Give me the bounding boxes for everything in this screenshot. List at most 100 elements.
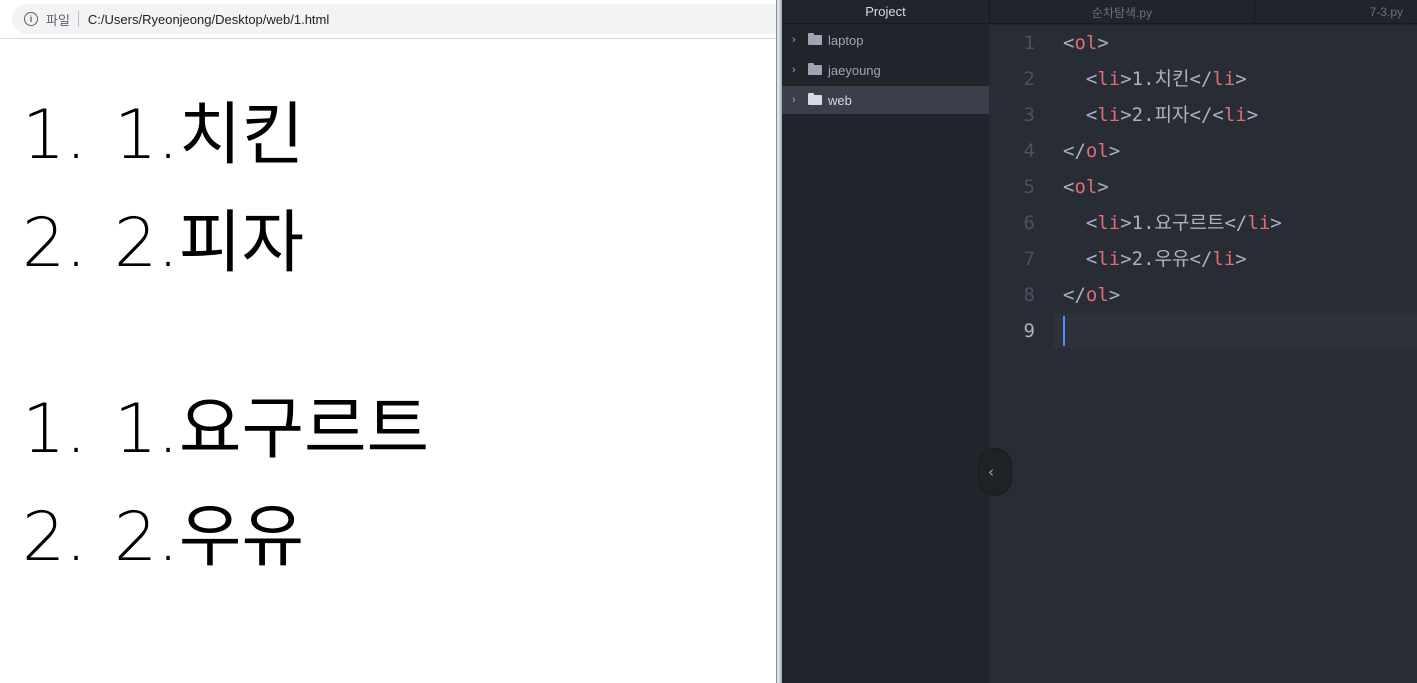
ordered-list: 1. 1.치킨 2. 2.피자 xyxy=(22,82,304,298)
ordered-list: 1. 1.요구르트 2. 2.우유 xyxy=(22,376,429,592)
code-punctuation: > xyxy=(1097,176,1109,198)
list-item: 1. 1.요구르트 xyxy=(22,376,429,484)
tree-item-laptop[interactable]: › laptop xyxy=(782,26,989,54)
tab-7-3[interactable]: 7-3.py xyxy=(1254,0,1417,24)
code-text: 2.피자 xyxy=(1131,104,1190,126)
code-text: 2.우유 xyxy=(1131,248,1190,270)
code-punctuation: </ xyxy=(1224,212,1248,234)
line-number: 3 xyxy=(1023,104,1035,126)
code-tag-name: ol xyxy=(1074,176,1098,198)
tab-sequential-search[interactable]: 순차탐색.py xyxy=(989,0,1254,24)
code-tag-name: ol xyxy=(1085,284,1109,306)
code-punctuation: > xyxy=(1108,140,1121,162)
code-punctuation: > xyxy=(1120,248,1132,270)
code-tag-name: li xyxy=(1212,68,1236,90)
code-punctuation: > xyxy=(1270,212,1282,234)
tree-item-label: jaeyoung xyxy=(828,62,881,78)
code-punctuation: </ xyxy=(1189,68,1213,90)
code-punctuation: < xyxy=(1063,32,1075,54)
chevron-right-icon[interactable]: › xyxy=(792,34,804,46)
line-number: 5 xyxy=(1023,176,1035,198)
code-punctuation: > xyxy=(1120,68,1132,90)
list-item-text: 1.치킨 xyxy=(114,96,304,175)
list-item: 2. 2.피자 xyxy=(22,190,304,298)
browser-window: i 파일 C:/Users/Ryeonjeong/Desktop/web/1.h… xyxy=(0,0,802,683)
code-punctuation: > xyxy=(1246,104,1259,126)
code-punctuation: </ xyxy=(1189,248,1213,270)
code-tag-name: li xyxy=(1212,248,1236,270)
list-item-text: 2.우유 xyxy=(114,498,304,577)
code-punctuation: > xyxy=(1235,68,1247,90)
code-punctuation: < xyxy=(1063,248,1098,270)
code-punctuation: > xyxy=(1120,104,1132,126)
line-number: 4 xyxy=(1023,140,1035,162)
address-url[interactable]: C:/Users/Ryeonjeong/Desktop/web/1.html xyxy=(88,12,329,27)
code-line[interactable]: <ol> xyxy=(1063,169,1109,205)
line-number: 8 xyxy=(1023,284,1035,306)
chevron-right-icon[interactable]: › xyxy=(792,64,804,76)
list-marker: 2. xyxy=(22,498,87,577)
code-tag-name: ol xyxy=(1085,140,1109,162)
code-line[interactable]: <li>1.요구르트</li> xyxy=(1063,205,1282,241)
code-text: 1.치킨 xyxy=(1131,68,1190,90)
list-item: 1. 1.치킨 xyxy=(22,82,304,190)
code-punctuation: > xyxy=(1120,212,1132,234)
list-marker: 1. xyxy=(22,390,87,469)
toolbar-divider xyxy=(0,38,776,39)
tree-item-web[interactable]: › web xyxy=(782,86,989,114)
address-bar[interactable]: i 파일 C:/Users/Ryeonjeong/Desktop/web/1.h… xyxy=(12,4,802,34)
line-number: 1 xyxy=(1023,32,1035,54)
code-punctuation: < xyxy=(1063,68,1098,90)
code-line[interactable]: <li>2.피자</<li> xyxy=(1063,97,1258,133)
code-punctuation: </ xyxy=(1063,284,1086,306)
page-content: 1. 1.치킨 2. 2.피자 1. 1.요구르트 2. 2.우유 xyxy=(0,40,776,683)
code-punctuation: </ xyxy=(1063,140,1086,162)
code-text: 1.요구르트 xyxy=(1131,212,1225,234)
code-tag-name: li xyxy=(1097,68,1121,90)
code-punctuation: < xyxy=(1063,176,1075,198)
tree-item-label: laptop xyxy=(828,32,864,48)
code-line[interactable]: <li>2.우유</li> xyxy=(1063,241,1247,277)
address-separator xyxy=(77,11,79,27)
code-line[interactable]: </ol> xyxy=(1063,277,1120,313)
code-line[interactable]: </ol> xyxy=(1063,133,1120,169)
chevron-left-icon[interactable]: ‹ xyxy=(978,448,1012,496)
code-tag-name: li xyxy=(1097,104,1121,126)
line-number: 2 xyxy=(1023,68,1035,90)
code-punctuation: > xyxy=(1108,284,1121,306)
cursor-line-highlight xyxy=(1053,313,1417,349)
list-item: 2. 2.우유 xyxy=(22,484,429,592)
code-tag-name: li xyxy=(1097,212,1121,234)
list-item-text: 1.요구르트 xyxy=(114,390,430,469)
window-splitter-line xyxy=(776,0,777,683)
line-number-gutter: 1 2 3 4 5 6 7 8 9 xyxy=(989,25,1053,683)
folder-icon xyxy=(808,63,822,75)
list-marker: 1. xyxy=(22,96,87,175)
code-punctuation: > xyxy=(1235,248,1247,270)
code-tag-name: ol xyxy=(1074,32,1098,54)
text-caret xyxy=(1063,316,1065,346)
tree-title[interactable]: Project xyxy=(782,0,989,24)
code-line[interactable]: <li>1.치킨</li> xyxy=(1063,61,1247,97)
code-tag-name: li xyxy=(1223,104,1247,126)
line-number: 6 xyxy=(1023,212,1035,234)
code-editor-window: Project › laptop › jaeyoung › web 순차탐색.p… xyxy=(782,0,1417,683)
code-punctuation: </< xyxy=(1189,104,1224,126)
code-line[interactable]: <ol> xyxy=(1063,25,1109,61)
line-number: 7 xyxy=(1023,248,1035,270)
chevron-right-icon[interactable]: › xyxy=(792,94,804,106)
list-item-text: 2.피자 xyxy=(114,204,304,283)
code-area[interactable]: 123456789 <ol> <li>1.치킨</li> <li>2.피자</<… xyxy=(989,25,1417,683)
tab-bar: 순차탐색.py 7-3.py xyxy=(989,0,1417,24)
folder-icon xyxy=(808,93,822,105)
tree-item-label: web xyxy=(828,92,852,108)
code-punctuation: < xyxy=(1063,104,1098,126)
project-tree: Project › laptop › jaeyoung › web xyxy=(782,0,989,683)
info-icon[interactable]: i xyxy=(24,12,38,26)
tree-item-jaeyoung[interactable]: › jaeyoung xyxy=(782,56,989,84)
address-scheme-label: 파일 xyxy=(46,12,70,28)
code-tag-name: li xyxy=(1097,248,1121,270)
code-punctuation: > xyxy=(1097,32,1109,54)
code-tag-name: li xyxy=(1247,212,1271,234)
folder-icon xyxy=(808,33,822,45)
